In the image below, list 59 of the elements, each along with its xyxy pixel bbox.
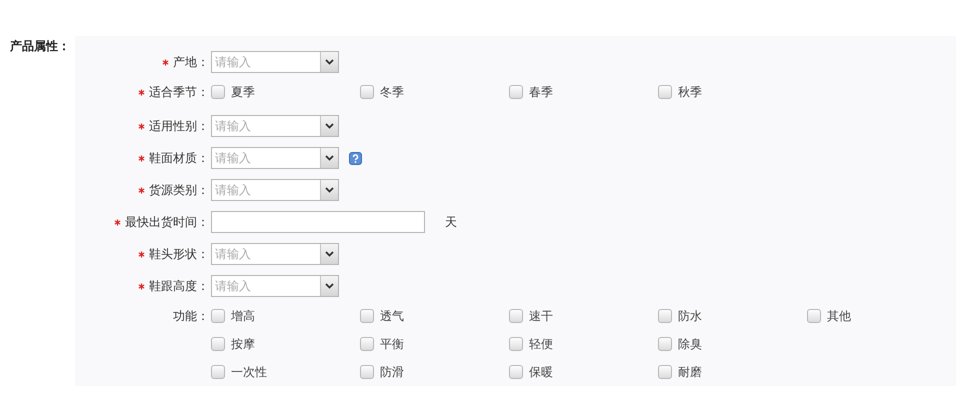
checkbox-label: 保暖 — [529, 364, 553, 380]
checkbox-label: 夏季 — [231, 84, 255, 100]
chevron-down-icon — [325, 155, 334, 161]
checkbox-label: 防滑 — [380, 364, 404, 380]
checkbox-label: 除臭 — [678, 336, 702, 352]
unit-label: 天 — [445, 214, 457, 230]
checkbox-label: 轻便 — [529, 336, 553, 352]
section-title: 产品属性： — [9, 38, 71, 55]
checkbox[interactable] — [211, 337, 225, 351]
checkbox[interactable] — [360, 309, 374, 323]
field-label: 鞋面材质： — [149, 150, 209, 166]
checkbox[interactable] — [211, 85, 225, 99]
checkbox[interactable] — [658, 365, 672, 379]
checkbox-label: 秋季 — [678, 84, 702, 100]
checkbox-label: 耐磨 — [678, 364, 702, 380]
checkbox[interactable] — [360, 337, 374, 351]
checkbox[interactable] — [360, 85, 374, 99]
select-field[interactable]: 请输入 — [211, 179, 339, 201]
select-field[interactable]: 请输入 — [211, 115, 339, 137]
field-label: 适用性别： — [149, 118, 209, 134]
field-label: 功能： — [173, 308, 209, 324]
chevron-down-icon — [325, 187, 334, 193]
checkbox[interactable] — [807, 309, 821, 323]
checkbox-label: 其他 — [827, 308, 851, 324]
checkbox-label: 速干 — [529, 308, 553, 324]
checkbox-label: 平衡 — [380, 336, 404, 352]
checkbox-label: 防水 — [678, 308, 702, 324]
field-label: 产地： — [173, 54, 209, 70]
field-label: 鞋头形状： — [149, 246, 209, 262]
input-field[interactable] — [211, 211, 425, 233]
select-field[interactable]: 请输入 — [211, 147, 339, 169]
checkbox-label: 透气 — [380, 308, 404, 324]
select-field[interactable]: 请输入 — [211, 51, 339, 73]
checkbox-label: 春季 — [529, 84, 553, 100]
select-field[interactable]: 请输入 — [211, 275, 339, 297]
checkbox[interactable] — [658, 309, 672, 323]
help-icon[interactable] — [349, 152, 362, 164]
checkbox-label: 冬季 — [380, 84, 404, 100]
checkbox[interactable] — [509, 85, 523, 99]
checkbox[interactable] — [509, 365, 523, 379]
checkbox-label: 增高 — [231, 308, 255, 324]
field-label: 货源类别： — [149, 182, 209, 198]
checkbox[interactable] — [211, 309, 225, 323]
chevron-down-icon — [325, 123, 334, 129]
checkbox[interactable] — [658, 85, 672, 99]
checkbox[interactable] — [658, 337, 672, 351]
field-label: 鞋跟高度： — [149, 278, 209, 294]
chevron-down-icon — [325, 283, 334, 289]
checkbox[interactable] — [509, 309, 523, 323]
checkbox[interactable] — [509, 337, 523, 351]
chevron-down-icon — [325, 251, 334, 257]
checkbox[interactable] — [211, 365, 225, 379]
checkbox-label: 一次性 — [231, 364, 267, 380]
checkbox[interactable] — [360, 365, 374, 379]
chevron-down-icon — [325, 59, 334, 65]
field-label: 适合季节： — [149, 84, 209, 100]
field-label: 最快出货时间： — [125, 214, 209, 230]
checkbox-label: 按摩 — [231, 336, 255, 352]
select-field[interactable]: 请输入 — [211, 243, 339, 265]
